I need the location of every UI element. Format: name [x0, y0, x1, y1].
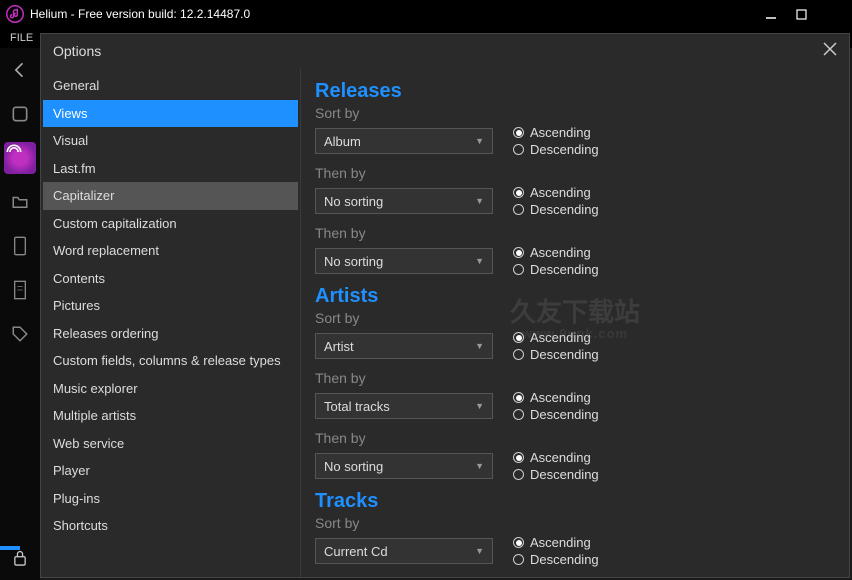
- section-title-artists: Artists: [315, 285, 831, 308]
- sort-dropdown[interactable]: No sorting▼: [315, 188, 493, 214]
- radio-icon: [513, 204, 524, 215]
- sort-dropdown[interactable]: Album▼: [315, 128, 493, 154]
- now-playing-icon[interactable]: [0, 136, 40, 180]
- radio-asc[interactable]: Ascending: [513, 245, 599, 260]
- nav-item-last-fm[interactable]: Last.fm: [43, 155, 298, 183]
- devices-icon[interactable]: [0, 224, 40, 268]
- menu-file[interactable]: FILE: [10, 32, 33, 44]
- dialog-title: Options: [53, 43, 101, 59]
- window-title: Helium - Free version build: 12.2.14487.…: [30, 7, 756, 21]
- radio-desc[interactable]: Descending: [513, 347, 599, 362]
- folder-icon[interactable]: [0, 180, 40, 224]
- tag-icon[interactable]: [0, 312, 40, 356]
- radio-icon: [513, 332, 524, 343]
- radio-desc[interactable]: Descending: [513, 407, 599, 422]
- radio-icon: [513, 452, 524, 463]
- radio-icon: [513, 469, 524, 480]
- nav-item-shortcuts[interactable]: Shortcuts: [43, 512, 298, 540]
- nav-item-capitalizer[interactable]: Capitalizer: [43, 182, 298, 210]
- then-by-label: Then by: [315, 430, 831, 446]
- chevron-down-icon: ▼: [475, 136, 484, 146]
- minimize-button[interactable]: [756, 4, 786, 24]
- radio-asc[interactable]: Ascending: [513, 390, 599, 405]
- nav-item-visual[interactable]: Visual: [43, 127, 298, 155]
- radio-desc[interactable]: Descending: [513, 552, 599, 567]
- sort-dropdown[interactable]: Artist▼: [315, 333, 493, 359]
- radio-desc[interactable]: Descending: [513, 262, 599, 277]
- options-content: 久友下载站 www.9upk.com ReleasesSort byAlbum▼…: [301, 68, 849, 577]
- section-title-releases: Releases: [315, 80, 831, 103]
- chevron-down-icon: ▼: [475, 196, 484, 206]
- back-icon[interactable]: [0, 48, 40, 92]
- radio-asc[interactable]: Ascending: [513, 125, 599, 140]
- sort-dropdown[interactable]: Current Cd▼: [315, 538, 493, 564]
- nav-item-music-explorer[interactable]: Music explorer: [43, 375, 298, 403]
- library-icon[interactable]: [0, 92, 40, 136]
- nav-item-custom-fields-columns-release-types[interactable]: Custom fields, columns & release types: [43, 347, 298, 375]
- radio-icon: [513, 409, 524, 420]
- chevron-down-icon: ▼: [475, 341, 484, 351]
- sort-dropdown[interactable]: No sorting▼: [315, 453, 493, 479]
- radio-icon: [513, 537, 524, 548]
- radio-desc[interactable]: Descending: [513, 202, 599, 217]
- chevron-down-icon: ▼: [475, 461, 484, 471]
- sort-by-label: Sort by: [315, 310, 831, 326]
- radio-icon: [513, 247, 524, 258]
- chevron-down-icon: ▼: [475, 401, 484, 411]
- app-logo-icon: [6, 5, 24, 23]
- radio-icon: [513, 349, 524, 360]
- nav-item-plug-ins[interactable]: Plug-ins: [43, 485, 298, 513]
- then-by-label: Then by: [315, 225, 831, 241]
- dialog-header: Options: [41, 34, 849, 68]
- sort-by-label: Sort by: [315, 105, 831, 121]
- nav-item-player[interactable]: Player: [43, 457, 298, 485]
- nav-item-general[interactable]: General: [43, 72, 298, 100]
- nav-item-views[interactable]: Views: [43, 100, 298, 128]
- radio-icon: [513, 392, 524, 403]
- nav-item-custom-capitalization[interactable]: Custom capitalization: [43, 210, 298, 238]
- radio-icon: [513, 264, 524, 275]
- document-icon[interactable]: [0, 268, 40, 312]
- nav-item-web-service[interactable]: Web service: [43, 430, 298, 458]
- radio-asc[interactable]: Ascending: [513, 185, 599, 200]
- dialog-close-button[interactable]: [823, 42, 837, 61]
- radio-icon: [513, 187, 524, 198]
- radio-icon: [513, 144, 524, 155]
- accent-indicator: [0, 546, 20, 550]
- chevron-down-icon: ▼: [475, 256, 484, 266]
- section-title-tracks: Tracks: [315, 490, 831, 513]
- radio-asc[interactable]: Ascending: [513, 450, 599, 465]
- radio-desc[interactable]: Descending: [513, 467, 599, 482]
- options-nav: GeneralViewsVisualLast.fmCapitalizerCust…: [41, 68, 301, 577]
- nav-item-word-replacement[interactable]: Word replacement: [43, 237, 298, 265]
- then-by-label: Then by: [315, 165, 831, 181]
- sort-dropdown[interactable]: No sorting▼: [315, 248, 493, 274]
- nav-item-releases-ordering[interactable]: Releases ordering: [43, 320, 298, 348]
- app-sidebar: [0, 48, 40, 580]
- chevron-down-icon: ▼: [475, 546, 484, 556]
- maximize-button[interactable]: [786, 4, 816, 24]
- title-bar: Helium - Free version build: 12.2.14487.…: [0, 0, 852, 28]
- sort-dropdown[interactable]: Total tracks▼: [315, 393, 493, 419]
- nav-item-pictures[interactable]: Pictures: [43, 292, 298, 320]
- radio-desc[interactable]: Descending: [513, 142, 599, 157]
- nav-item-contents[interactable]: Contents: [43, 265, 298, 293]
- radio-icon: [513, 127, 524, 138]
- then-by-label: Then by: [315, 370, 831, 386]
- options-dialog: Options GeneralViewsVisualLast.fmCapital…: [40, 33, 850, 578]
- radio-icon: [513, 554, 524, 565]
- lock-icon[interactable]: [0, 536, 40, 580]
- radio-asc[interactable]: Ascending: [513, 330, 599, 345]
- radio-asc[interactable]: Ascending: [513, 535, 599, 550]
- nav-item-multiple-artists[interactable]: Multiple artists: [43, 402, 298, 430]
- sort-by-label: Sort by: [315, 515, 831, 531]
